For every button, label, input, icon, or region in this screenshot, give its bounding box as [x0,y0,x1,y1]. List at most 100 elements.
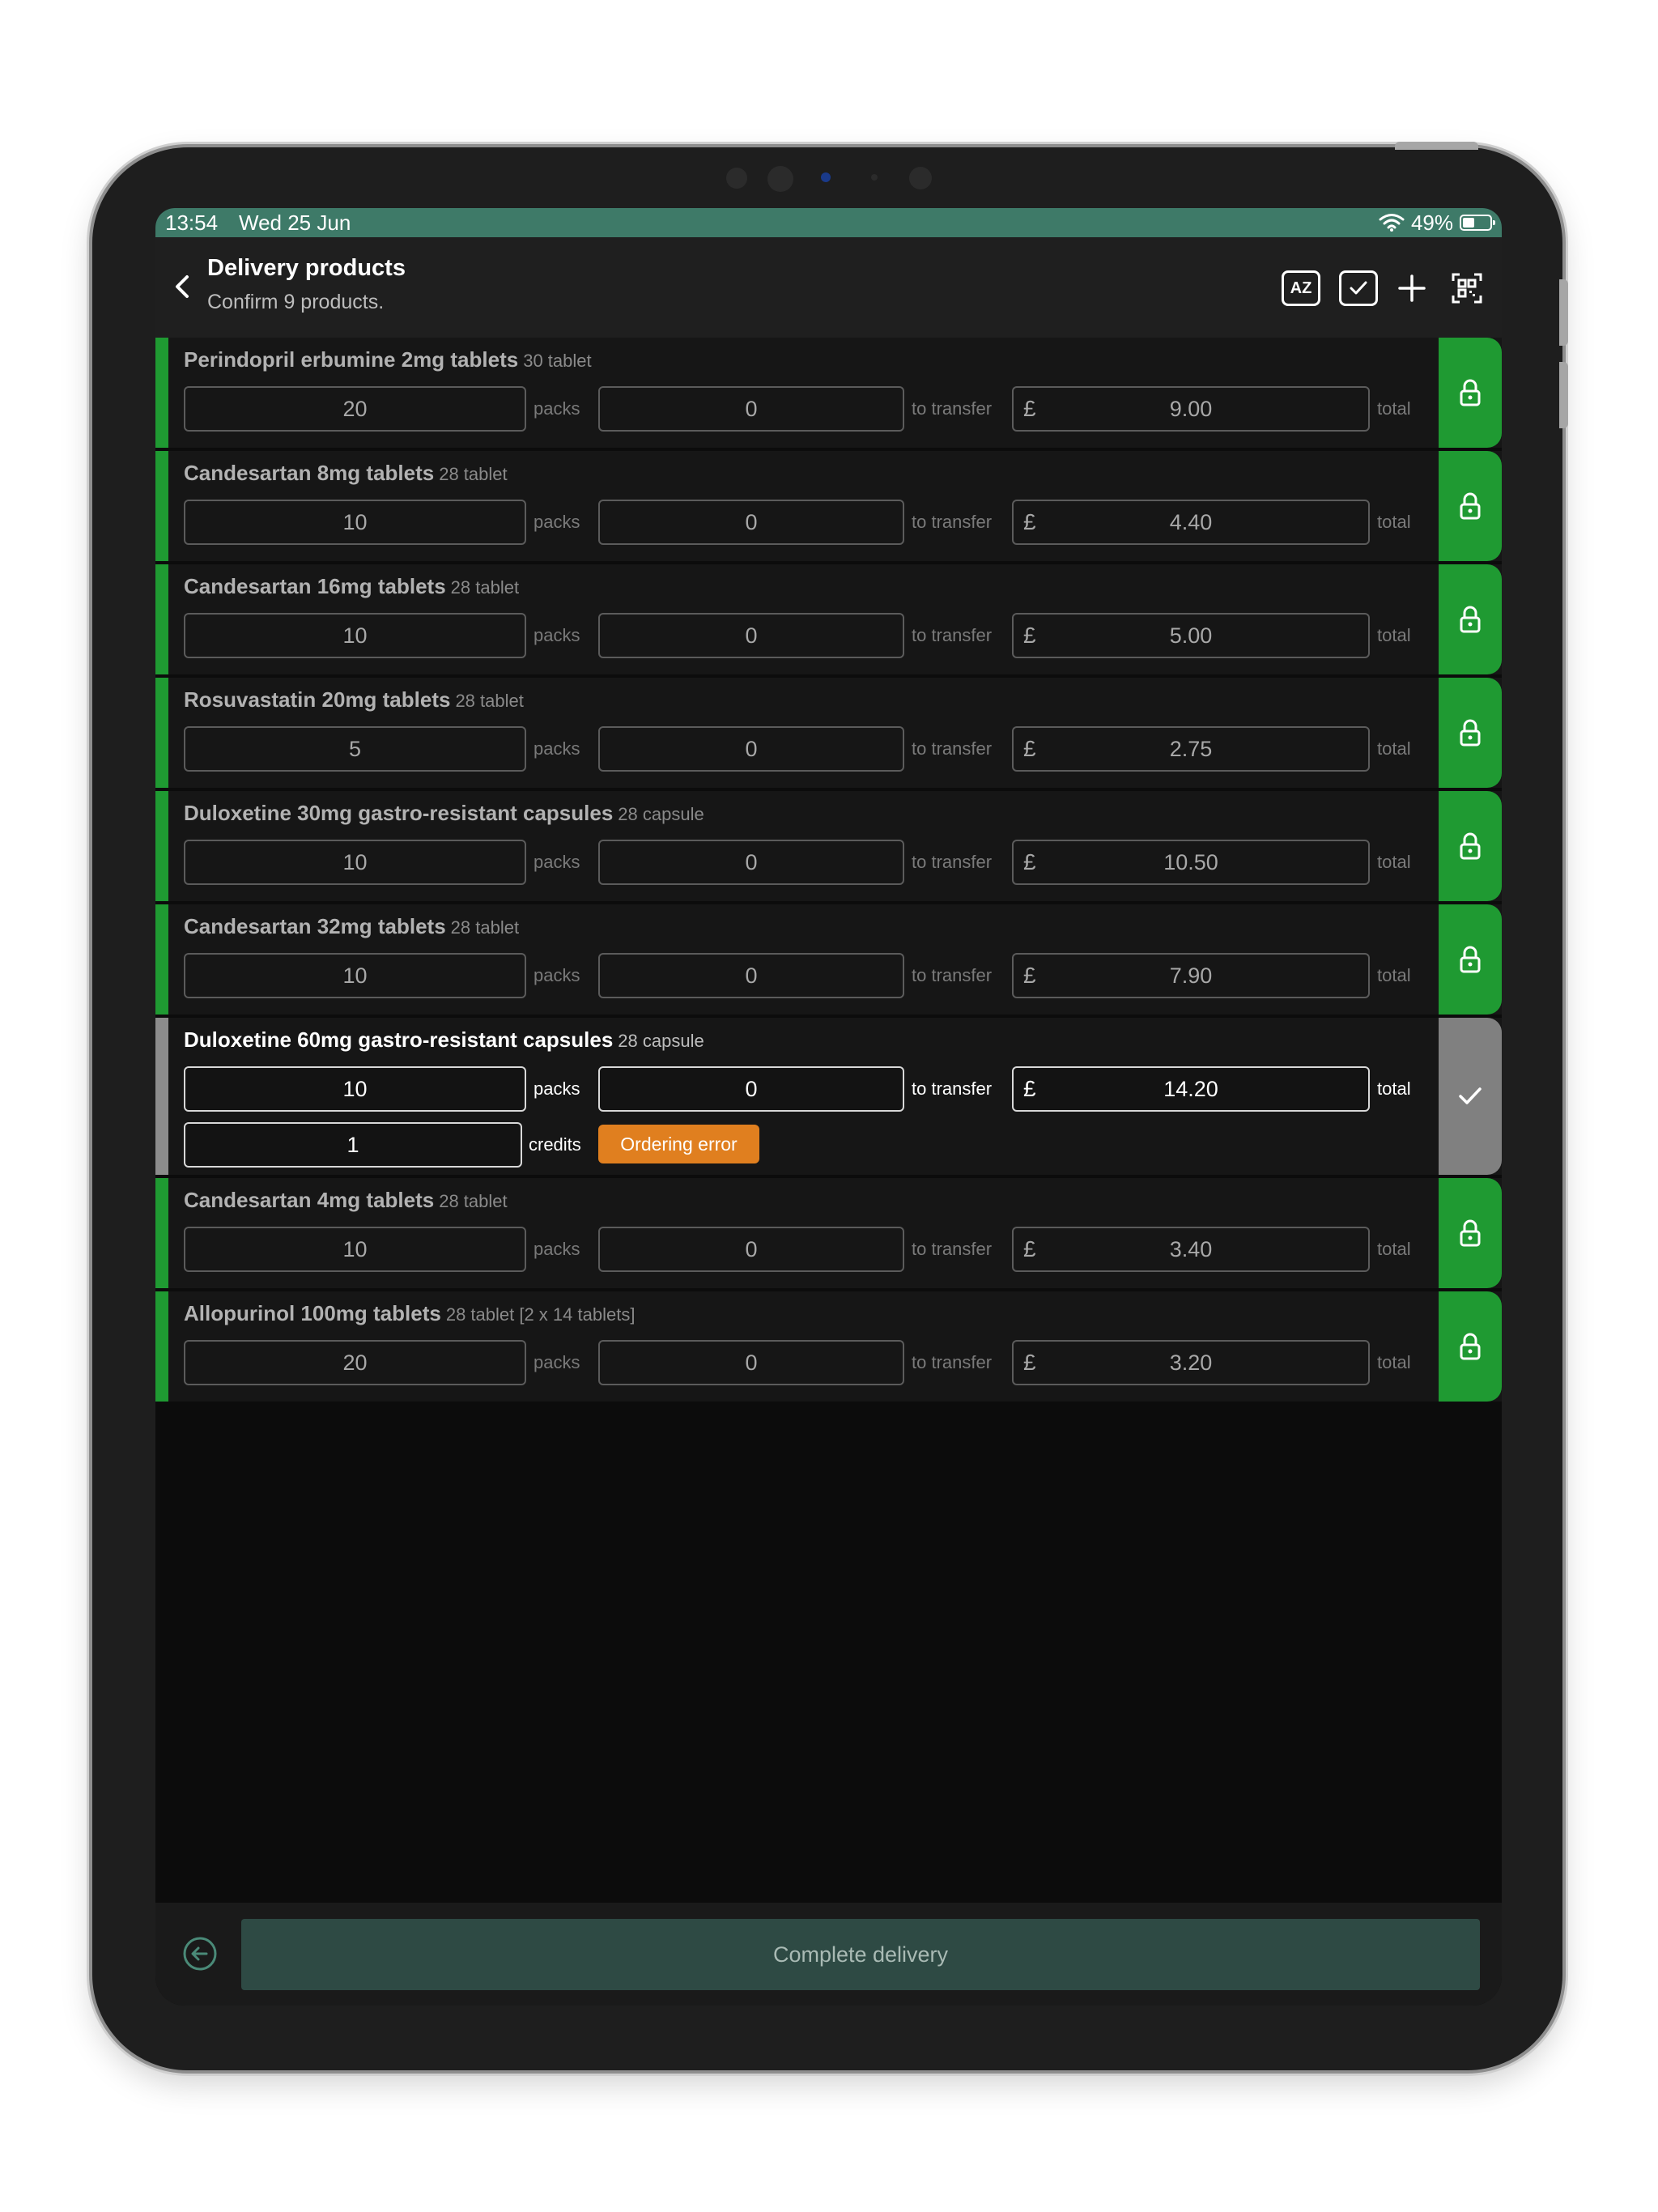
confirm-button[interactable] [1439,1018,1502,1175]
credits-input[interactable]: 1 [184,1122,522,1168]
total-input[interactable]: £3.40 [1012,1227,1370,1272]
transfer-label: to transfer [912,512,993,532]
total-label: total [1377,738,1411,759]
device-top-button [1395,142,1478,150]
transfer-label: to transfer [912,1352,993,1372]
row-status-bar [155,791,168,901]
transfer-input[interactable]: 0 [598,726,904,772]
qr-scan-icon [1452,273,1482,304]
packs-label: packs [534,398,580,419]
scan-barcode-button[interactable] [1446,268,1488,308]
product-name: Allopurinol 100mg tablets [184,1301,441,1325]
transfer-input[interactable]: 0 [598,840,904,885]
confirm-all-button[interactable] [1337,268,1380,308]
total-value: 10.50 [1163,849,1218,874]
packs-label: packs [534,738,580,759]
product-row: Candesartan 16mg tablets 28 tablet 10 pac… [155,564,1502,678]
camera-sensor [909,167,932,189]
packs-label: packs [534,1352,580,1372]
total-input[interactable]: £2.75 [1012,726,1370,772]
packs-input[interactable]: 10 [184,1227,526,1272]
lock-button[interactable] [1439,451,1502,561]
product-row: Duloxetine 30mg gastro-resistant capsule… [155,791,1502,904]
total-label: total [1377,625,1411,645]
sort-az-button[interactable]: AZ [1280,268,1322,308]
total-input[interactable]: £5.00 [1012,613,1370,658]
row-status-bar [155,1178,168,1288]
circle-arrow-left-icon[interactable] [181,1935,219,1972]
transfer-input[interactable]: 0 [598,1340,904,1385]
packs-input[interactable]: 10 [184,500,526,545]
add-product-button[interactable] [1391,268,1433,308]
lock-button[interactable] [1439,678,1502,788]
total-label: total [1377,398,1411,419]
wifi-icon [1379,214,1405,232]
total-value: 9.00 [1169,396,1213,421]
device-volume-up-button [1559,279,1568,346]
camera-sensor [871,174,878,181]
transfer-label: to transfer [912,965,993,985]
product-title: Perindopril erbumine 2mg tablets 30 table… [184,347,592,372]
lock-button[interactable] [1439,564,1502,674]
total-input[interactable]: £4.40 [1012,500,1370,545]
page-subtitle: Confirm 9 products. [207,291,385,313]
lock-icon [1460,606,1481,633]
product-row: Perindopril erbumine 2mg tablets 30 table… [155,338,1502,451]
row-status-bar [155,1291,168,1402]
camera-lens [821,172,831,182]
packs-input[interactable]: 10 [184,1066,526,1112]
battery-icon [1460,215,1495,231]
lock-button[interactable] [1439,791,1502,901]
transfer-input[interactable]: 0 [598,386,904,432]
product-pack-size: 28 tablet [450,577,520,598]
plus-icon [1398,274,1426,302]
complete-delivery-button[interactable]: Complete delivery [241,1919,1480,1990]
ordering-error-badge[interactable]: Ordering error [598,1125,759,1163]
back-chevron-icon[interactable] [164,266,204,307]
transfer-input[interactable]: 0 [598,613,904,658]
packs-input[interactable]: 10 [184,613,526,658]
camera-sensor [767,166,793,192]
product-title: Candesartan 32mg tablets 28 tablet [184,914,519,939]
lock-button[interactable] [1439,1178,1502,1288]
lock-icon [1460,379,1481,406]
packs-input[interactable]: 20 [184,1340,526,1385]
total-input[interactable]: £14.20 [1012,1066,1370,1112]
product-pack-size: 28 capsule [618,1031,704,1051]
total-value: 14.20 [1163,1076,1218,1101]
total-label: total [1377,1239,1411,1259]
status-bar: 13:54 Wed 25 Jun 49% [155,208,1502,237]
total-input[interactable]: £10.50 [1012,840,1370,885]
lock-icon [1460,1333,1481,1360]
transfer-input[interactable]: 0 [598,953,904,998]
product-row: Candesartan 4mg tablets 28 tablet 10 pack… [155,1178,1502,1291]
total-value: 3.20 [1169,1350,1213,1375]
product-list: Perindopril erbumine 2mg tablets 30 table… [155,338,1502,1405]
transfer-label: to transfer [912,738,993,759]
lock-button[interactable] [1439,338,1502,448]
transfer-input[interactable]: 0 [598,500,904,545]
product-row: Candesartan 8mg tablets 28 tablet 10 pack… [155,451,1502,564]
transfer-input[interactable]: 0 [598,1066,904,1112]
total-input[interactable]: £7.90 [1012,953,1370,998]
total-input[interactable]: £9.00 [1012,386,1370,432]
lock-button[interactable] [1439,1291,1502,1402]
packs-input[interactable]: 10 [184,953,526,998]
packs-input[interactable]: 5 [184,726,526,772]
total-input[interactable]: £3.20 [1012,1340,1370,1385]
packs-input[interactable]: 20 [184,386,526,432]
packs-input[interactable]: 10 [184,840,526,885]
product-title: Candesartan 16mg tablets 28 tablet [184,574,519,599]
product-pack-size: 28 tablet [2 x 14 tablets] [445,1304,636,1325]
total-label: total [1377,1078,1411,1099]
total-value: 4.40 [1169,509,1213,534]
product-pack-size: 28 capsule [618,804,704,824]
transfer-label: to transfer [912,625,993,645]
check-icon [1459,1087,1482,1104]
total-label: total [1377,852,1411,872]
transfer-input[interactable]: 0 [598,1227,904,1272]
status-indicators: 49% [1379,208,1495,237]
transfer-label: to transfer [912,852,993,872]
lock-button[interactable] [1439,904,1502,1015]
packs-label: packs [534,625,580,645]
